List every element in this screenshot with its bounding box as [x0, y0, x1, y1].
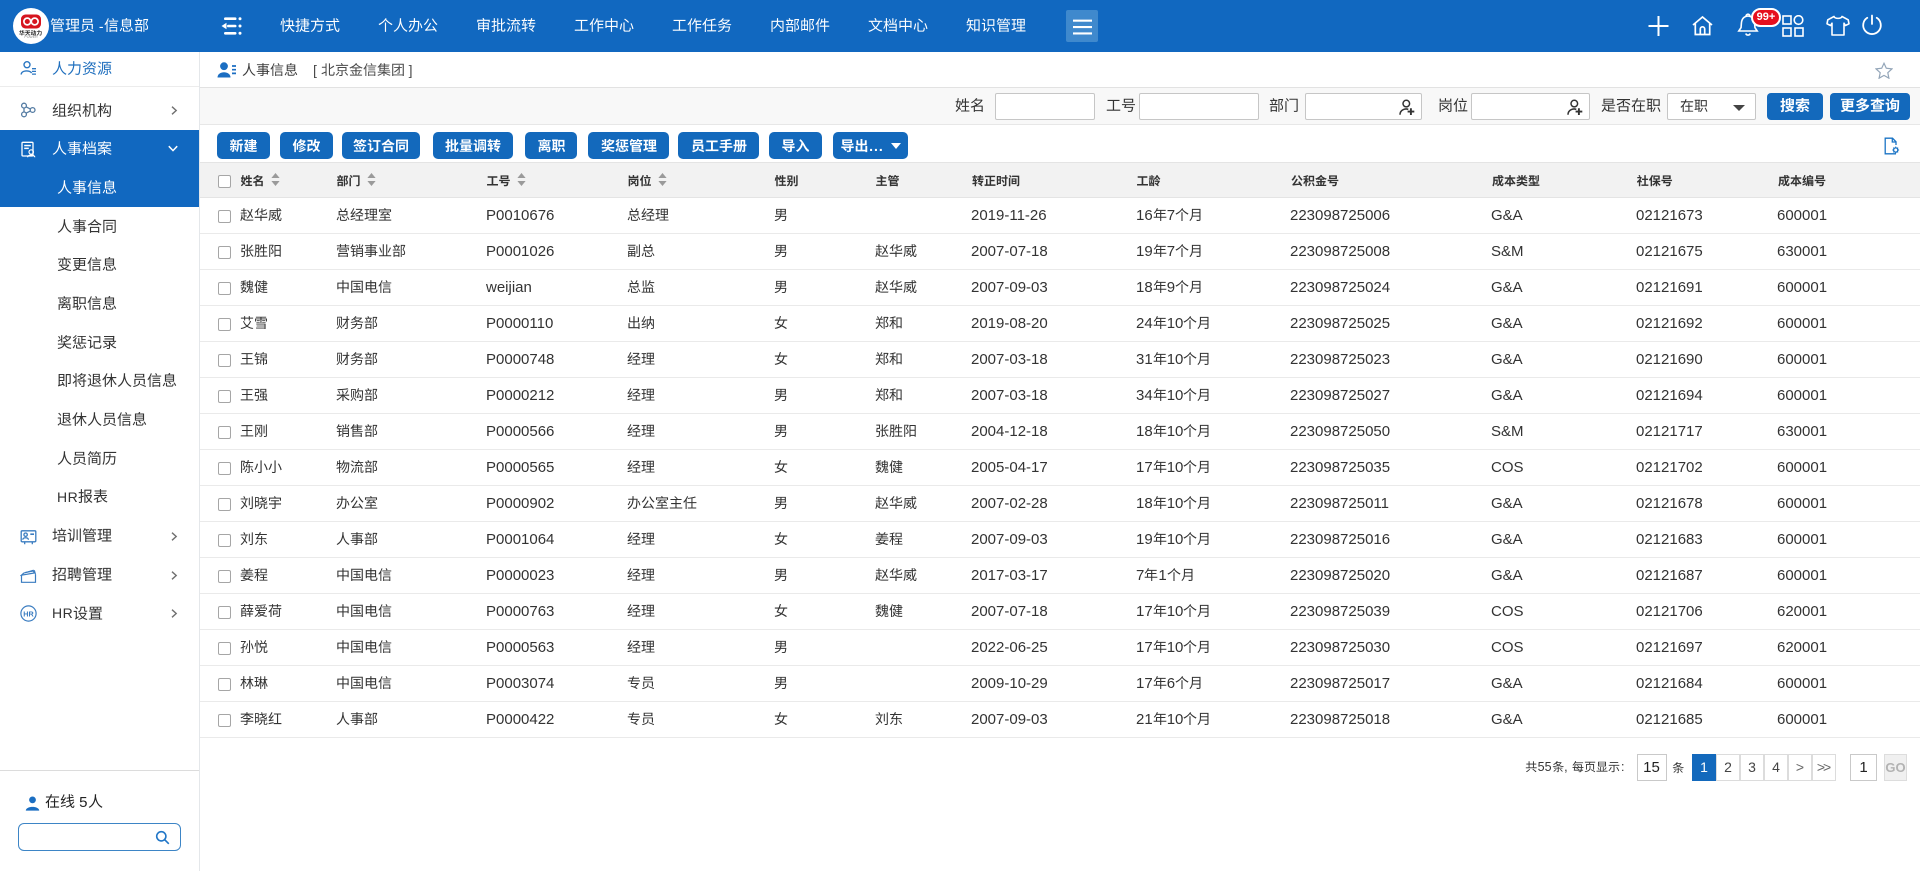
svg-text:HR: HR [23, 610, 34, 619]
